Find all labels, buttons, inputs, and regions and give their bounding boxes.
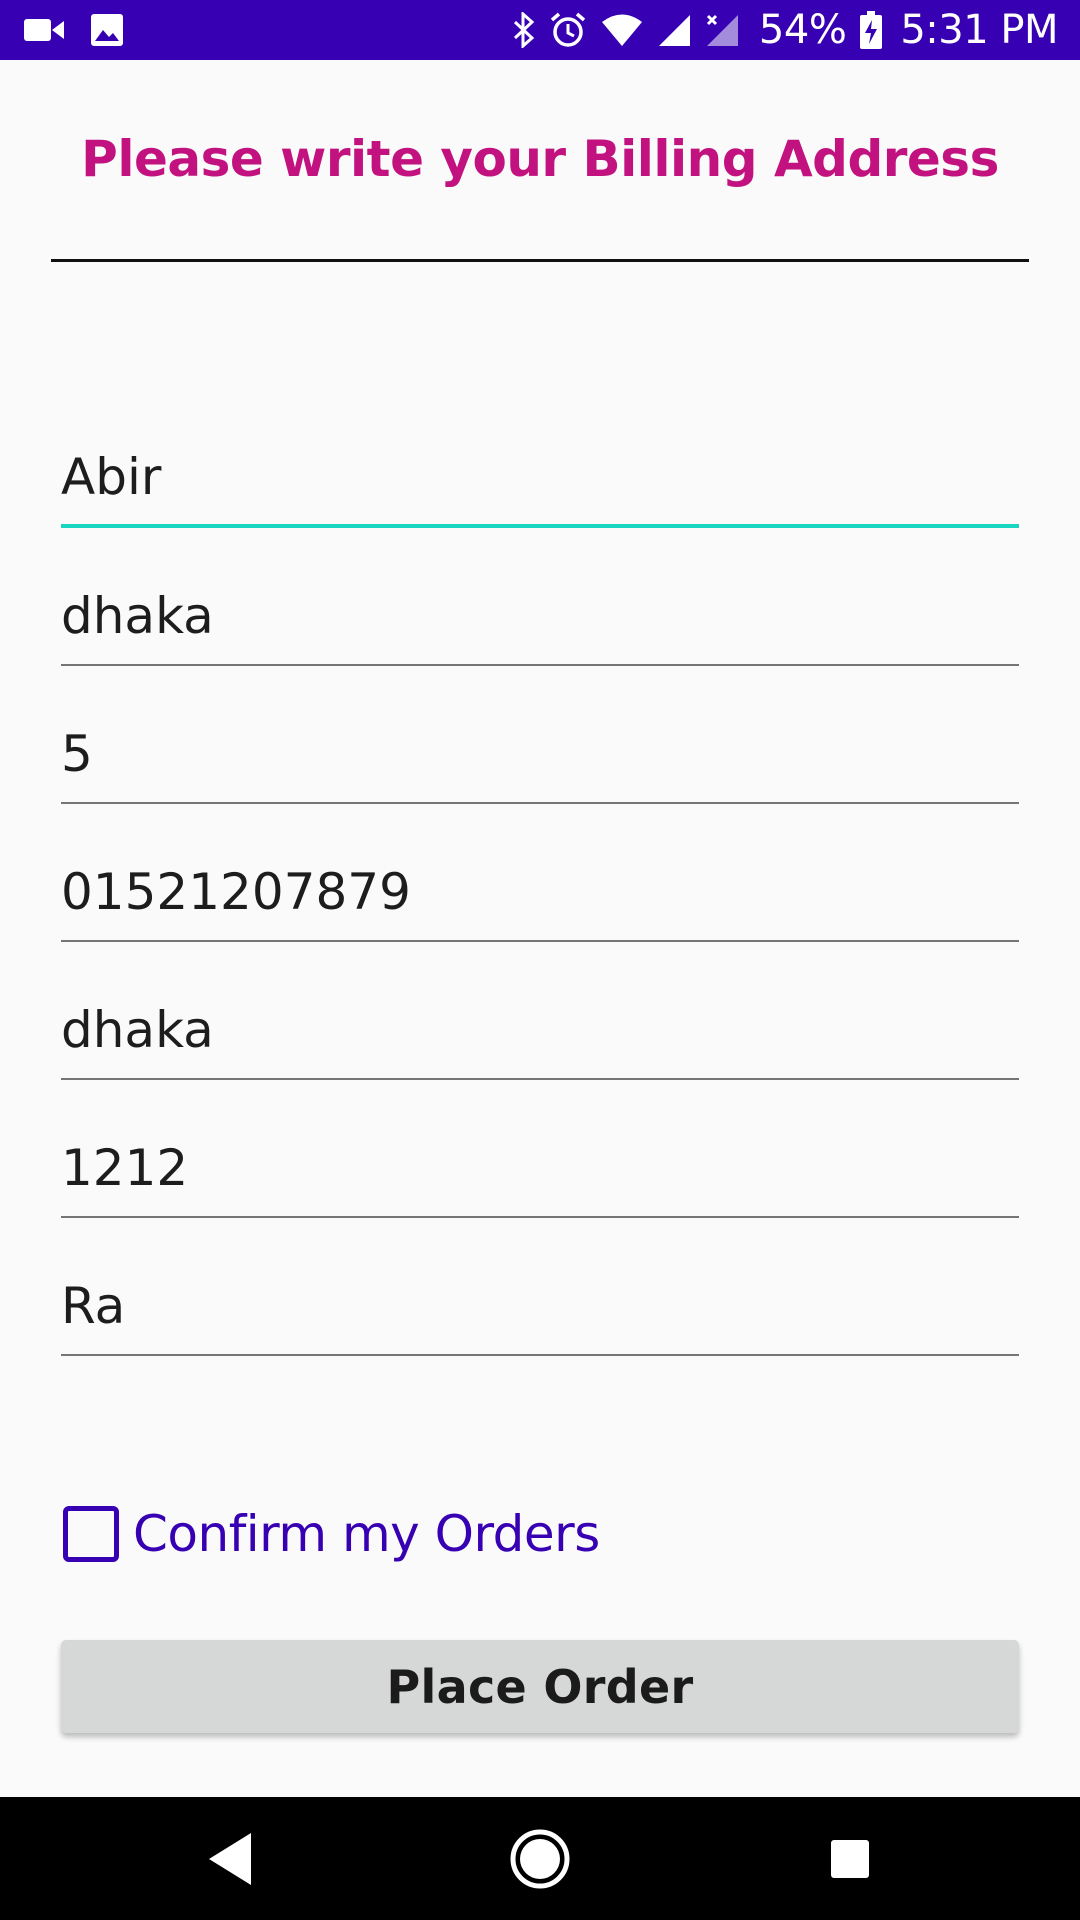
page-title: Please write your Billing Address (81, 130, 999, 188)
bluetooth-icon (513, 12, 535, 48)
place-order-button[interactable]: Place Order (61, 1640, 1019, 1733)
name-field[interactable] (61, 437, 1019, 528)
back-icon[interactable] (160, 1797, 300, 1920)
field-underline (61, 1354, 1019, 1356)
status-bar: 54% 5:31 PM (0, 0, 1080, 60)
confirm-orders-checkbox-row[interactable]: Confirm my Orders (63, 1503, 600, 1565)
house-number-input[interactable] (61, 714, 1019, 794)
clock: 5:31 PM (900, 7, 1058, 53)
wifi-icon (601, 13, 643, 47)
field-underline (61, 940, 1019, 942)
area-input[interactable] (61, 1266, 1019, 1346)
postal-code-field[interactable] (61, 1128, 1019, 1218)
status-right: 54% 5:31 PM (499, 7, 1058, 53)
city-input[interactable] (61, 576, 1019, 656)
image-icon (90, 13, 124, 47)
alarm-icon (549, 11, 587, 49)
video-camera-icon (24, 17, 64, 43)
area-field[interactable] (61, 1266, 1019, 1356)
postal-code-input[interactable] (61, 1128, 1019, 1208)
house-number-field[interactable] (61, 714, 1019, 804)
navigation-bar (0, 1797, 1080, 1920)
name-input[interactable] (61, 437, 1019, 517)
signal-no-data-icon (705, 13, 739, 47)
field-underline (61, 802, 1019, 804)
title-divider (51, 259, 1029, 262)
home-icon[interactable] (470, 1797, 610, 1920)
district-field[interactable] (61, 990, 1019, 1080)
status-left (24, 13, 150, 47)
recent-apps-icon[interactable] (780, 1797, 920, 1920)
field-underline (61, 664, 1019, 666)
phone-input[interactable] (61, 852, 1019, 932)
field-underline (61, 524, 1019, 528)
district-input[interactable] (61, 990, 1019, 1070)
city-field[interactable] (61, 576, 1019, 666)
phone-field[interactable] (61, 852, 1019, 942)
battery-charging-icon (860, 11, 883, 49)
confirm-orders-label[interactable]: Confirm my Orders (133, 1505, 600, 1563)
signal-icon (657, 13, 691, 47)
battery-percent: 54% (758, 7, 847, 53)
confirm-orders-checkbox[interactable] (63, 1506, 119, 1562)
field-underline (61, 1216, 1019, 1218)
field-underline (61, 1078, 1019, 1080)
